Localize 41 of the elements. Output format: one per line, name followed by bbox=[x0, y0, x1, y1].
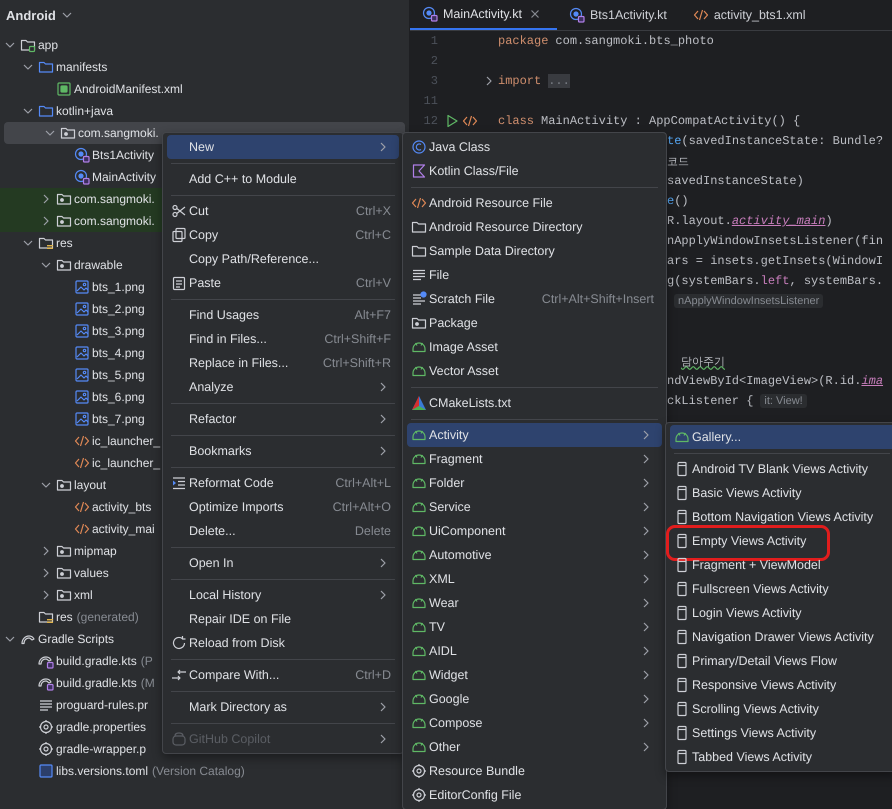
code-text: nApplyWindowInsetsListener(fin bbox=[667, 234, 884, 248]
code-text: MainActivity : AppCompatActivity() { bbox=[541, 114, 800, 128]
inlay-hint: nApplyWindowInsetsListener bbox=[674, 294, 824, 308]
code-reference: ima bbox=[861, 374, 884, 388]
shortcut-text: Delete bbox=[354, 524, 391, 538]
shortcut-text: Ctrl+X bbox=[356, 204, 391, 218]
code-text: savedInstanceState) bbox=[667, 174, 804, 188]
code-field: left bbox=[760, 274, 790, 288]
code-text: (savedInstanceState: Bundle? bbox=[681, 134, 884, 148]
code-function: e bbox=[667, 194, 674, 208]
code-comment: 코드 bbox=[667, 154, 689, 168]
shortcut-text: Ctrl+Alt+Shift+Insert bbox=[542, 292, 654, 306]
folded-code: ... bbox=[548, 74, 570, 88]
inlay-hint: it: View! bbox=[760, 394, 807, 408]
code-text: R.layout. bbox=[667, 214, 732, 228]
tree-row-note: (P bbox=[140, 654, 153, 668]
code-keyword: package bbox=[498, 34, 548, 48]
code-text: ) bbox=[825, 214, 833, 228]
shortcut-text: Ctrl+D bbox=[355, 668, 391, 682]
shortcut-text: Ctrl+Shift+F bbox=[324, 332, 391, 346]
code-keyword: class bbox=[498, 114, 534, 128]
code-text: com.sangmoki.bts_photo bbox=[555, 34, 714, 48]
code-text: , systemBars. bbox=[789, 274, 884, 288]
tree-row-note: (generated) bbox=[76, 610, 139, 624]
code-function: te bbox=[667, 134, 682, 148]
tree-row-note: (M bbox=[140, 676, 155, 690]
tree-row-note: (Version Catalog) bbox=[152, 764, 245, 778]
shortcut-text: Alt+F7 bbox=[354, 308, 391, 322]
shortcut-text: Ctrl+Shift+R bbox=[322, 356, 391, 370]
code-reference: activity_main bbox=[732, 214, 826, 228]
shortcut-text: Ctrl+V bbox=[356, 276, 391, 290]
code-comment: 담아주기 bbox=[681, 354, 725, 368]
shortcut-text: Ctrl+C bbox=[355, 228, 391, 242]
code-text: ckListener { bbox=[667, 394, 754, 408]
code-text: ars = insets.getInsets(WindowI bbox=[667, 254, 884, 268]
code-keyword: import bbox=[498, 74, 542, 88]
shortcut-text: Ctrl+Alt+L bbox=[335, 476, 391, 490]
code-text: g(systemBars. bbox=[667, 274, 761, 288]
code-text: ndViewById<ImageView>(R.id. bbox=[667, 374, 862, 388]
code-text: () bbox=[674, 194, 689, 208]
shortcut-text: Ctrl+Alt+O bbox=[332, 500, 391, 514]
